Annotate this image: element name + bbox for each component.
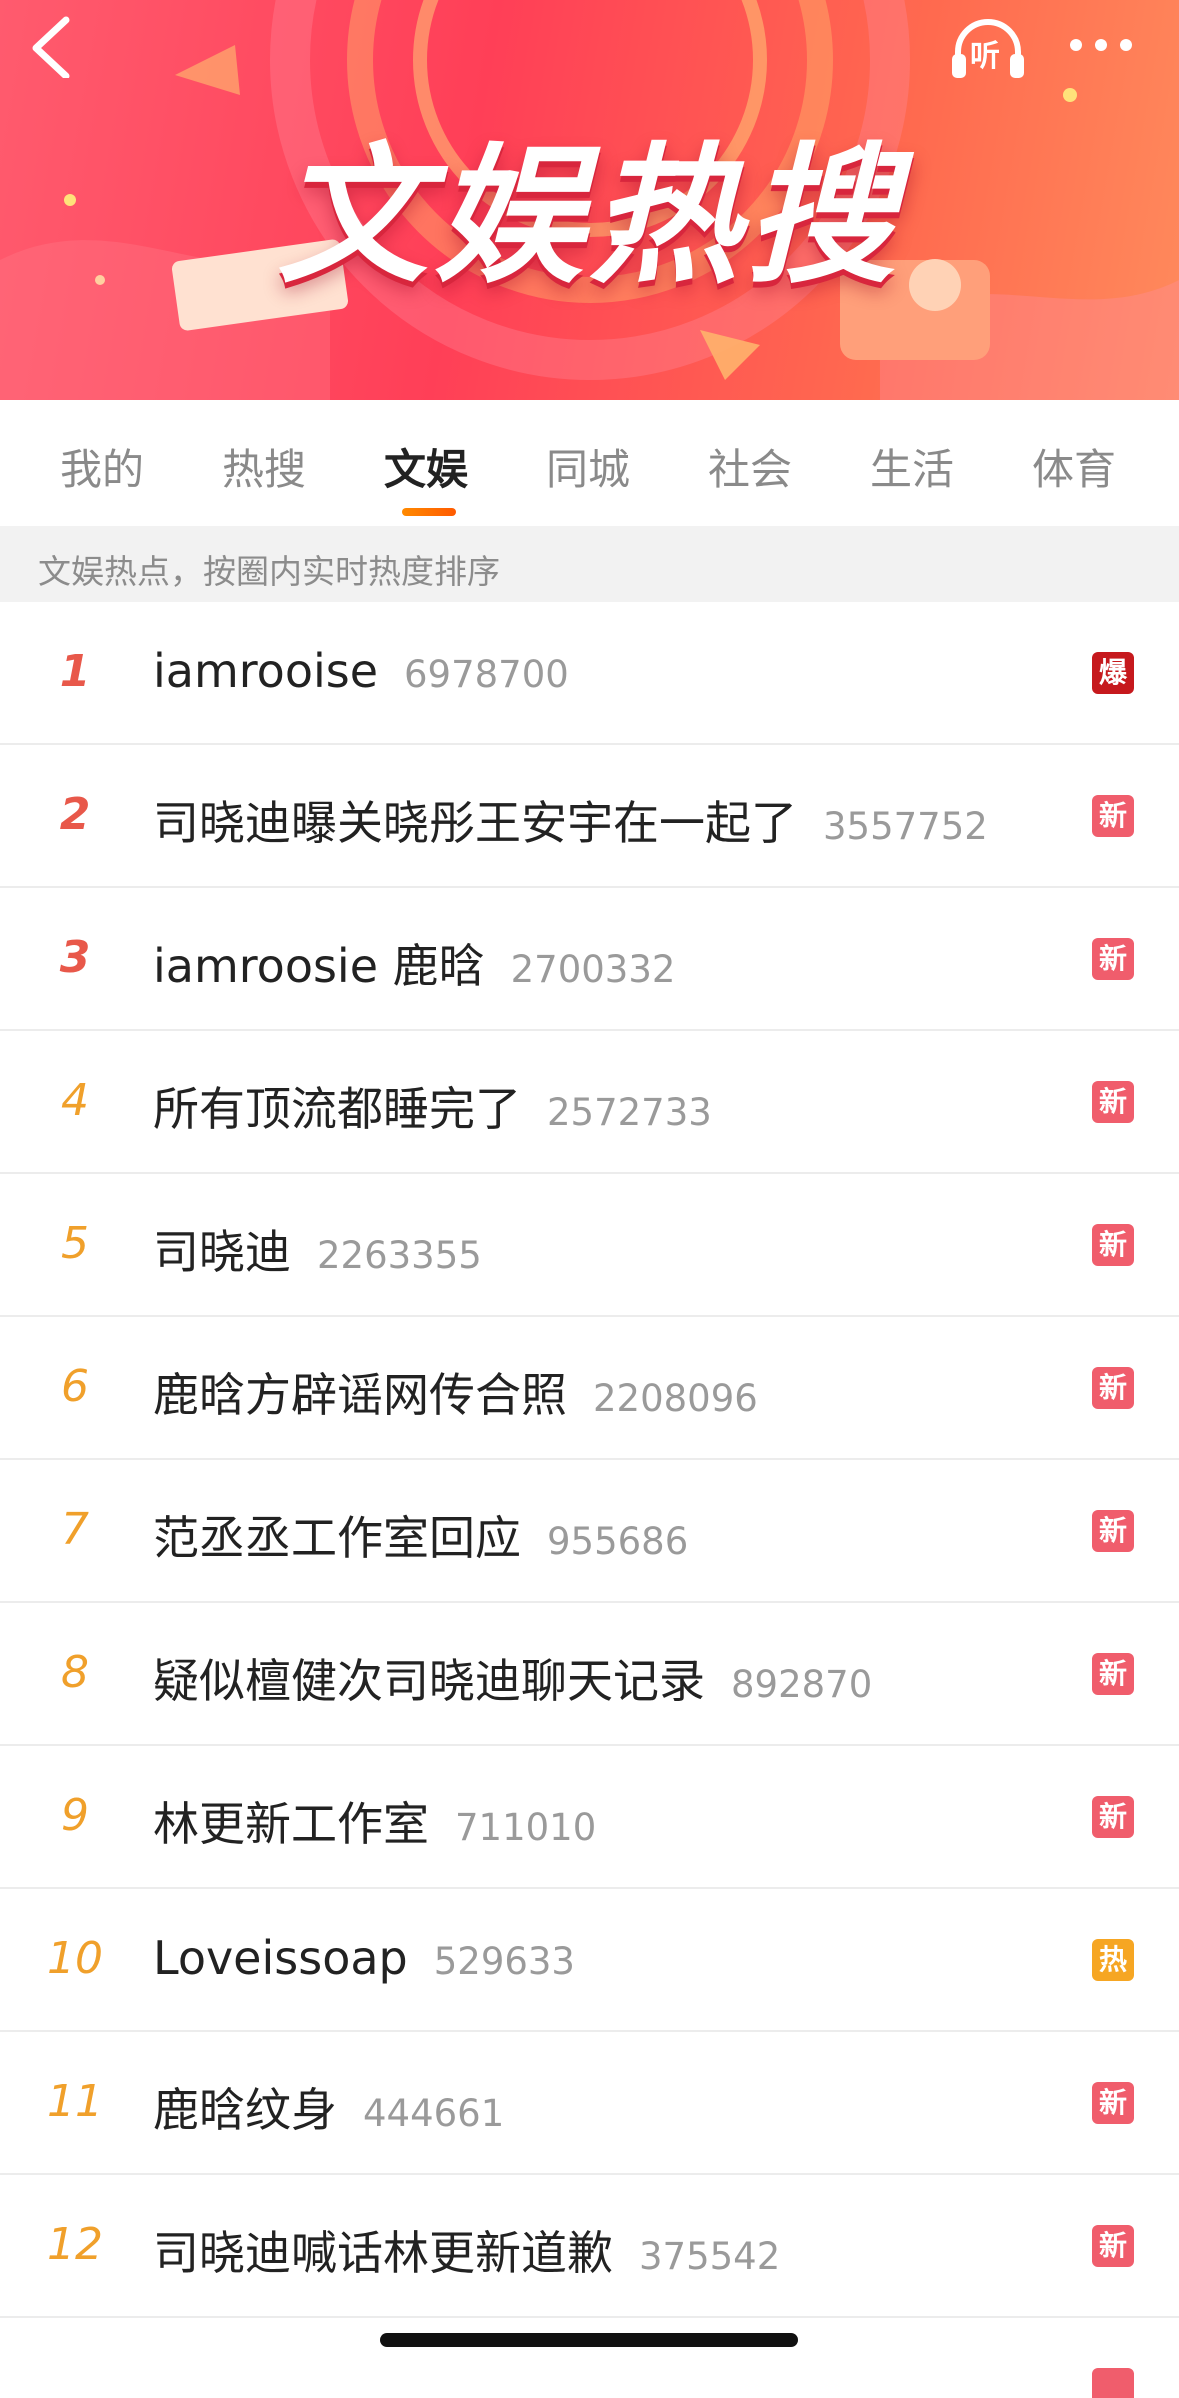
list-item[interactable]: 1 iamrooise 6978700 爆 [0, 602, 1179, 745]
list-item[interactable]: 2 司晓迪曝关晓彤王安宇在一起了 3557752 新 [0, 745, 1179, 888]
heat-count: 2700332 [510, 948, 676, 991]
status-badge: 新 [1092, 2225, 1134, 2267]
item-title: iamrooise [153, 644, 379, 698]
tab-entertainment[interactable]: 文娱 [384, 436, 468, 497]
list-item[interactable]: 5 司晓迪 2263355 新 [0, 1174, 1179, 1317]
status-badge: 新 [1092, 1796, 1134, 1838]
list-item[interactable]: 6 鹿晗方辟谣网传合照 2208096 新 [0, 1317, 1179, 1460]
list-item[interactable]: 11 鹿晗纹身 444661 新 [0, 2032, 1179, 2175]
status-badge: 新 [1092, 1367, 1134, 1409]
chevron-left-icon [32, 16, 70, 80]
list-item[interactable]: 4 所有顶流都睡完了 2572733 新 [0, 1031, 1179, 1174]
tab-life[interactable]: 生活 [870, 436, 954, 497]
heat-count: 529633 [433, 1940, 575, 1983]
audio-label: 听 [970, 39, 1000, 74]
tab-society[interactable]: 社会 [708, 436, 792, 497]
tab-hot-search[interactable]: 热搜 [222, 436, 306, 497]
heat-count: 3557752 [823, 805, 988, 848]
rank-number: 3 [59, 932, 91, 983]
rank-number: 9 [61, 1790, 89, 1841]
list-item[interactable]: 9 林更新工作室 711010 新 [0, 1746, 1179, 1889]
rank-number: 6 [61, 1361, 89, 1412]
rank-number: 2 [59, 789, 91, 840]
heat-count: 2208096 [593, 1377, 758, 1420]
rank-number: 4 [61, 1075, 89, 1126]
rank-number: 7 [61, 1504, 89, 1555]
status-badge: 新 [1092, 1510, 1134, 1552]
heat-count: 444661 [363, 2092, 505, 2135]
heat-count: 2572733 [547, 1091, 712, 1134]
rank-number: 1 [59, 646, 91, 697]
tab-sports[interactable]: 体育 [1032, 436, 1116, 497]
notice-bar: 文娱热点，按圈内实时热度排序 [0, 526, 1179, 602]
category-tabs: 我的 热搜 文娱 同城 社会 生活 体育 [0, 400, 1179, 526]
item-title: 范丞丞工作室回应 [153, 1511, 521, 1565]
active-tab-indicator [402, 508, 456, 516]
status-badge-partial [1092, 2368, 1134, 2398]
status-badge: 新 [1092, 1653, 1134, 1695]
back-button[interactable] [22, 14, 82, 80]
item-title: 司晓迪喊话林更新道歉 [153, 2226, 613, 2280]
status-badge: 爆 [1092, 652, 1134, 694]
rank-number: 5 [61, 1218, 89, 1269]
more-icon [1070, 39, 1132, 51]
status-badge: 新 [1092, 938, 1134, 980]
hot-search-list: 1 iamrooise 6978700 爆 2 司晓迪曝关晓彤王安宇在一起了 355… [0, 602, 1179, 2398]
tab-local[interactable]: 同城 [546, 436, 630, 497]
list-item-partial[interactable] [0, 2318, 1179, 2398]
more-button[interactable] [1066, 30, 1136, 60]
heat-count: 375542 [639, 2235, 781, 2278]
item-title: 司晓迪曝关晓彤王安宇在一起了 [153, 796, 797, 850]
status-badge: 新 [1092, 795, 1134, 837]
home-indicator [380, 2333, 798, 2347]
rank-number: 11 [47, 2076, 103, 2127]
heat-count: 711010 [455, 1806, 597, 1849]
item-title: 所有顶流都睡完了 [153, 1082, 521, 1136]
list-item[interactable]: 12 司晓迪喊话林更新道歉 375542 新 [0, 2175, 1179, 2318]
rank-number: 10 [47, 1933, 103, 1984]
tab-mine[interactable]: 我的 [60, 436, 144, 497]
status-badge: 新 [1092, 2082, 1134, 2124]
status-badge: 新 [1092, 1081, 1134, 1123]
item-title: iamroosie 鹿晗 [153, 939, 485, 993]
item-title: 司晓迪 [153, 1225, 291, 1279]
item-title: 疑似檀健次司晓迪聊天记录 [153, 1654, 705, 1708]
item-title: Loveissoap [153, 1931, 408, 1985]
heat-count: 955686 [547, 1520, 689, 1563]
heat-count: 892870 [731, 1663, 873, 1706]
audio-button[interactable]: 听 [948, 16, 1028, 80]
list-item[interactable]: 10 Loveissoap 529633 热 [0, 1889, 1179, 2032]
status-badge: 热 [1092, 1939, 1134, 1981]
heat-count: 6978700 [404, 653, 569, 696]
list-item[interactable]: 7 范丞丞工作室回应 955686 新 [0, 1460, 1179, 1603]
list-item[interactable]: 8 疑似檀健次司晓迪聊天记录 892870 新 [0, 1603, 1179, 1746]
notice-text: 文娱热点，按圈内实时热度排序 [38, 552, 500, 591]
banner-title: 文娱热搜 [277, 130, 902, 304]
header-banner: 听 文娱热搜 [0, 0, 1179, 400]
rank-number: 8 [61, 1647, 89, 1698]
list-item[interactable]: 3 iamroosie 鹿晗 2700332 新 [0, 888, 1179, 1031]
rank-number: 12 [47, 2219, 103, 2270]
status-badge: 新 [1092, 1224, 1134, 1266]
heat-count: 2263355 [317, 1234, 482, 1277]
item-title: 林更新工作室 [153, 1797, 429, 1851]
item-title: 鹿晗纹身 [153, 2083, 337, 2137]
item-title: 鹿晗方辟谣网传合照 [153, 1368, 567, 1422]
